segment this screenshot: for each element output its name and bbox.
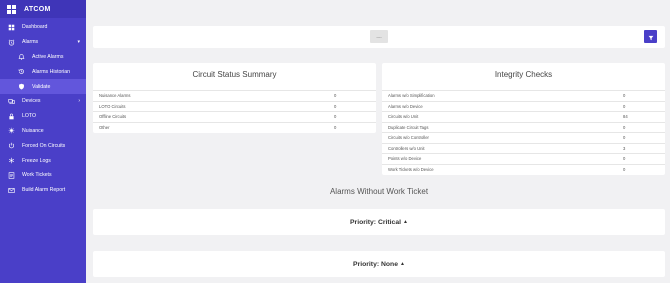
row-label: Work Tickets w/o Device: [382, 163, 623, 175]
sidebar-item-freeze-logs[interactable]: Freeze Logs: [0, 153, 86, 168]
row-value: 84: [623, 111, 665, 122]
table-row: Duplicate Circuit Tags 0: [382, 121, 665, 133]
row-value: 0: [334, 100, 376, 112]
summary-table: Nuisance Alarms 0 LOTO Circuits 0 Offline …: [93, 90, 376, 133]
priority-label: Priority: Critical: [350, 218, 402, 226]
sort-up-icon: ▲: [400, 261, 405, 267]
row-label: Points w/o Device: [382, 153, 623, 164]
sidebar-item-loto[interactable]: LOTO: [0, 109, 86, 124]
sidebar-item-label: Validate: [32, 83, 51, 90]
filter-select[interactable]: ----: [370, 30, 388, 43]
priority-label: Priority: None: [353, 260, 398, 268]
dashboard-icon: [7, 23, 15, 31]
row-value: 0: [623, 100, 665, 112]
integrity-table: Alarms w/o Simplification 0 Alarms w/o De…: [382, 90, 665, 175]
row-label: Alarms w/o Device: [382, 100, 623, 112]
sidebar-item-label: Alarms: [22, 39, 39, 46]
table-row: Alarms w/o Device 0: [382, 100, 665, 112]
filter-bar: ----: [93, 26, 665, 48]
sidebar-nav: Dashboard Alarms ▾ Active Alarms Alarms …: [0, 18, 86, 198]
card-title: Circuit Status Summary: [192, 70, 277, 79]
sidebar-item-dashboard[interactable]: Dashboard: [0, 20, 86, 35]
table-row: Nuisance Alarms 0: [93, 90, 376, 101]
row-label: Alarms w/o Simplification: [382, 90, 623, 101]
table-row: Controllers w/o Unit 3: [382, 142, 665, 154]
power-icon: [7, 142, 15, 150]
row-label: Offline Circuits: [93, 111, 334, 122]
row-value: 0: [623, 90, 665, 101]
sidebar-item-label: Devices: [22, 98, 41, 105]
filter-button[interactable]: [644, 30, 657, 43]
alarm-icon: [7, 38, 15, 46]
row-value: 0: [334, 111, 376, 122]
priority-critical-header[interactable]: Priority: Critical ▲: [93, 209, 665, 235]
sidebar-item-nuisance[interactable]: Nuisance: [0, 124, 86, 139]
report-icon: [7, 186, 15, 194]
sidebar-item-label: LOTO: [22, 113, 37, 120]
sidebar-item-label: Build Alarm Report: [22, 187, 66, 194]
row-label: Duplicate Circuit Tags: [382, 121, 623, 133]
table-row: Alarms w/o Simplification 0: [382, 90, 665, 101]
row-label: Circuits w/o Controller: [382, 132, 623, 143]
sidebar-item-label: Freeze Logs: [22, 157, 51, 164]
table-row: Circuits w/o Unit 84: [382, 111, 665, 122]
devices-icon: [7, 97, 15, 105]
lock-icon: [7, 112, 15, 120]
integrity-checks-card: Integrity Checks Alarms w/o Simplificati…: [382, 63, 665, 175]
sidebar-item-label: Active Alarms: [32, 53, 64, 60]
row-value: 0: [334, 121, 376, 133]
nuisance-icon: [7, 127, 15, 135]
brand-header[interactable]: ATCOM: [0, 0, 86, 18]
ticket-icon: [7, 171, 15, 179]
row-value: 0: [334, 90, 376, 101]
priority-none-header[interactable]: Priority: None ▲: [93, 251, 665, 277]
app-title: ATCOM: [24, 5, 51, 13]
shield-icon: [17, 83, 25, 91]
sidebar-item-forced-on-circuits[interactable]: Forced On Circuits: [0, 138, 86, 153]
table-row: Points w/o Device 0: [382, 153, 665, 164]
table-row: Offline Circuits 0: [93, 111, 376, 122]
row-label: Controllers w/o Unit: [382, 142, 623, 154]
sidebar: ATCOM Dashboard Alarms ▾ Active Alarms A…: [0, 0, 86, 283]
sidebar-item-work-tickets[interactable]: Work Tickets: [0, 168, 86, 183]
circuit-status-summary-card: Circuit Status Summary Nuisance Alarms 0 …: [93, 63, 376, 133]
table-row: Circuits w/o Controller 0: [382, 132, 665, 143]
row-label: Circuits w/o Unit: [382, 111, 623, 122]
table-row: Work Tickets w/o Device 0: [382, 163, 665, 175]
sidebar-item-label: Dashboard: [22, 24, 48, 31]
row-value: 0: [623, 163, 665, 175]
snowflake-icon: [7, 157, 15, 165]
row-label: Other: [93, 121, 334, 133]
row-value: 0: [623, 132, 665, 143]
sidebar-item-alarms-historian[interactable]: Alarms Historian: [0, 64, 86, 79]
sidebar-item-label: Forced On Circuits: [22, 142, 66, 149]
filter-icon: [648, 28, 654, 46]
table-row: LOTO Circuits 0: [93, 100, 376, 112]
bell-icon: [17, 53, 25, 61]
app-grid-icon: [7, 4, 16, 14]
row-label: LOTO Circuits: [93, 100, 334, 112]
sidebar-item-validate[interactable]: Validate: [0, 79, 86, 94]
row-value: 0: [623, 153, 665, 164]
sidebar-item-devices[interactable]: Devices ›: [0, 94, 86, 109]
sidebar-item-alarms[interactable]: Alarms ▾: [0, 35, 86, 50]
history-icon: [17, 68, 25, 76]
chevron-right-icon: ›: [78, 98, 80, 105]
sidebar-item-build-alarm-report[interactable]: Build Alarm Report: [0, 183, 86, 198]
card-title: Integrity Checks: [494, 70, 553, 79]
row-value: 3: [623, 142, 665, 154]
sort-up-icon: ▲: [403, 219, 408, 225]
sidebar-item-active-alarms[interactable]: Active Alarms: [0, 50, 86, 65]
sidebar-item-label: Work Tickets: [22, 172, 52, 179]
sidebar-item-label: Nuisance: [22, 127, 44, 134]
row-label: Nuisance Alarms: [93, 90, 334, 101]
row-value: 0: [623, 121, 665, 133]
section-title: Alarms Without Work Ticket: [329, 187, 429, 196]
chevron-down-icon: ▾: [77, 39, 80, 46]
sidebar-item-label: Alarms Historian: [32, 68, 71, 75]
table-row: Other 0: [93, 121, 376, 133]
